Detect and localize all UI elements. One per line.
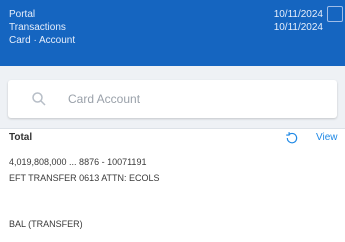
search-icon xyxy=(32,92,46,106)
header-right-info: 10/11/2024 10/11/2024 xyxy=(274,8,323,34)
search-input[interactable]: Card Account xyxy=(8,80,337,118)
result-line-1: 4,019,808,000 ... 8876 - 10071191 xyxy=(9,157,147,167)
refresh-icon[interactable] xyxy=(285,131,299,145)
result-line-3: BAL (TRANSFER) xyxy=(9,219,83,229)
header-date-2: 10/11/2024 xyxy=(273,22,323,33)
header-title: Portal xyxy=(9,9,36,20)
result-line-2: EFT TRANSFER 0613 ATTN: ECOLS xyxy=(9,173,160,183)
section-title: Total xyxy=(9,132,33,143)
header-subtitle: Transactions xyxy=(9,22,66,33)
header-corner-icon[interactable] xyxy=(327,6,343,22)
search-placeholder: Card Account xyxy=(68,92,141,106)
header-date-1: 10/11/2024 xyxy=(273,9,323,20)
header-subtitle-2: Card · Account xyxy=(9,35,76,46)
header-left-info: Portal Transactions Card · Account xyxy=(9,8,75,47)
view-link[interactable]: View xyxy=(316,132,338,143)
app-header: Portal Transactions Card · Account 10/11… xyxy=(0,0,345,66)
